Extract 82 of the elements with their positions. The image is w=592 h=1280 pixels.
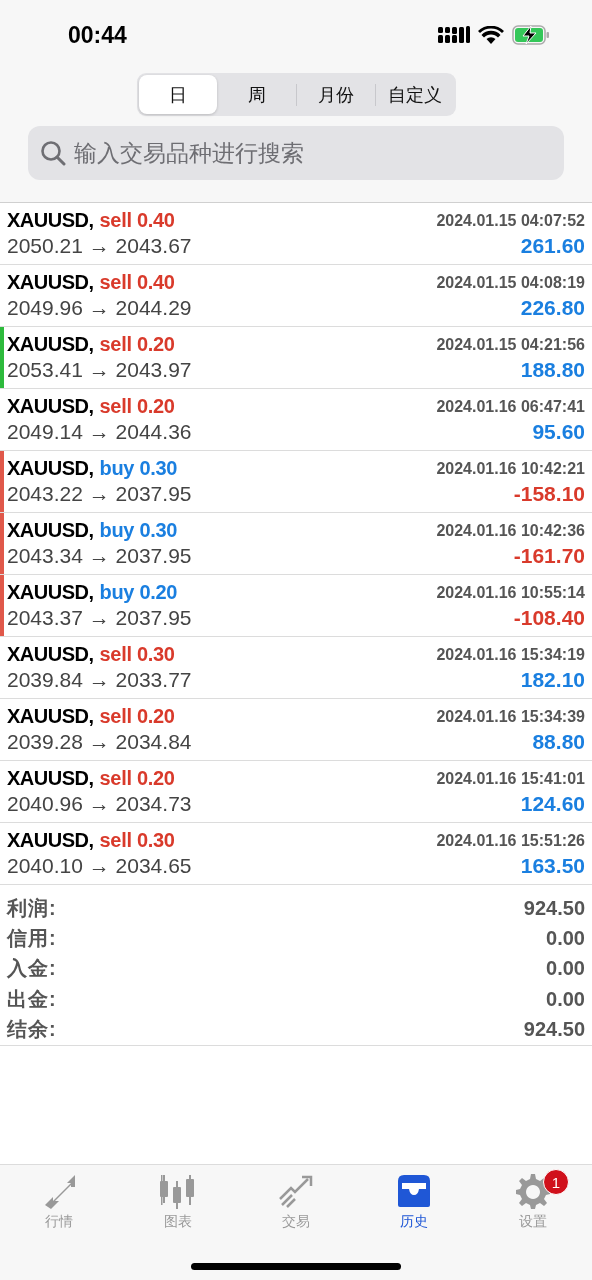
order-side-label: sell 0.20 — [99, 705, 175, 728]
inbox-icon — [396, 1173, 433, 1209]
summary-label: 利润: — [7, 895, 57, 921]
symbol-label: XAUUSD, — [7, 705, 94, 728]
symbol-label: XAUUSD, — [7, 829, 94, 852]
order-side-label: sell 0.20 — [99, 395, 175, 418]
summary-value: 0.00 — [546, 957, 585, 981]
notification-badge: 1 — [542, 1169, 569, 1195]
deal-time: 2024.01.16 10:55:14 — [436, 583, 585, 602]
order-side-label: buy 0.30 — [99, 457, 178, 480]
deal-time: 2024.01.16 10:42:36 — [436, 521, 585, 540]
price-range: 2043.34 → 2037.95 — [7, 544, 193, 568]
profit-value: 226.80 — [519, 296, 585, 320]
profit-value: 163.50 — [519, 854, 585, 878]
symbol-label: XAUUSD, — [7, 209, 94, 232]
deal-time: 2024.01.16 15:41:01 — [436, 769, 585, 788]
period-tab[interactable]: 月份 — [296, 75, 375, 114]
price-range: 2039.28 → 2034.84 — [7, 730, 193, 754]
search-icon — [40, 140, 66, 166]
order-side-label: sell 0.20 — [99, 767, 175, 790]
profit-value: 95.60 — [531, 420, 585, 444]
symbol-label: XAUUSD, — [7, 271, 94, 294]
order-side-label: sell 0.40 — [99, 209, 175, 232]
price-range: 2040.96 → 2034.73 — [7, 792, 193, 816]
summary-value: 0.00 — [546, 927, 585, 951]
summary-label: 出金: — [7, 986, 57, 1012]
profit-value: 261.60 — [519, 234, 585, 258]
summary-label: 结余: — [7, 1017, 57, 1043]
price-range: 2050.21 → 2043.67 — [7, 234, 193, 258]
summary-value: 0.00 — [546, 987, 585, 1011]
tab-bar-item[interactable]: 历史 — [355, 1173, 474, 1231]
period-tab[interactable]: 日 — [138, 75, 217, 114]
profit-value: 182.10 — [519, 668, 585, 692]
symbol-label: XAUUSD, — [7, 643, 94, 666]
signal-icon — [438, 26, 470, 44]
price-range: 2049.96 → 2044.29 — [7, 296, 193, 320]
profit-value: 124.60 — [519, 792, 585, 816]
order-side-label: sell 0.40 — [99, 271, 175, 294]
symbol-label: XAUUSD, — [7, 519, 94, 542]
order-side-label: sell 0.30 — [99, 643, 175, 666]
trend-up-icon — [278, 1173, 314, 1209]
candlestick-icon — [159, 1173, 196, 1209]
summary-label: 信用: — [7, 926, 57, 952]
settings-icon — [514, 1173, 551, 1209]
period-tab[interactable]: 自定义 — [375, 75, 454, 114]
deal-time: 2024.01.15 04:21:56 — [436, 335, 585, 354]
price-range: 2040.10 → 2034.65 — [7, 854, 193, 878]
order-side-label: sell 0.20 — [99, 333, 175, 356]
deal-time: 2024.01.16 06:47:41 — [436, 397, 585, 416]
order-side-label: sell 0.30 — [99, 829, 175, 852]
deal-time: 2024.01.15 04:07:52 — [436, 211, 585, 230]
wifi-icon — [478, 25, 504, 45]
symbol-label: XAUUSD, — [7, 333, 94, 356]
deal-time: 2024.01.16 15:34:39 — [436, 707, 585, 726]
profit-value: -158.10 — [512, 482, 585, 506]
price-range: 2043.37 → 2037.95 — [7, 606, 193, 630]
price-range: 2039.84 → 2033.77 — [7, 668, 193, 692]
price-range: 2053.41 → 2043.97 — [7, 358, 193, 382]
deal-time: 2024.01.16 15:51:26 — [436, 831, 585, 850]
deal-time: 2024.01.16 15:34:19 — [436, 645, 585, 664]
search-field[interactable]: 输入交易品种进行搜索 — [28, 126, 564, 180]
symbol-label: XAUUSD, — [7, 395, 94, 418]
profit-value: -161.70 — [512, 544, 585, 568]
summary-label: 入金: — [7, 956, 57, 982]
symbol-label: XAUUSD, — [7, 581, 94, 604]
battery-charging-icon — [512, 25, 550, 45]
summary-value: 924.50 — [523, 1018, 585, 1042]
order-side-label: buy 0.20 — [99, 581, 178, 604]
symbol-label: XAUUSD, — [7, 457, 94, 480]
search-input[interactable]: 输入交易品种进行搜索 — [74, 139, 552, 167]
profit-value: 88.80 — [531, 730, 585, 754]
price-range: 2043.22 → 2037.95 — [7, 482, 193, 506]
deal-time: 2024.01.16 10:42:21 — [436, 459, 585, 478]
order-side-label: buy 0.30 — [99, 519, 178, 542]
profit-value: -108.40 — [512, 606, 585, 630]
deal-time: 2024.01.15 04:08:19 — [436, 273, 585, 292]
summary-value: 924.50 — [523, 896, 585, 920]
profit-value: 188.80 — [519, 358, 585, 382]
period-tab[interactable]: 周 — [217, 75, 296, 114]
symbol-label: XAUUSD, — [7, 767, 94, 790]
price-range: 2049.14 → 2044.36 — [7, 420, 193, 444]
status-time: 00:44 — [68, 21, 127, 49]
